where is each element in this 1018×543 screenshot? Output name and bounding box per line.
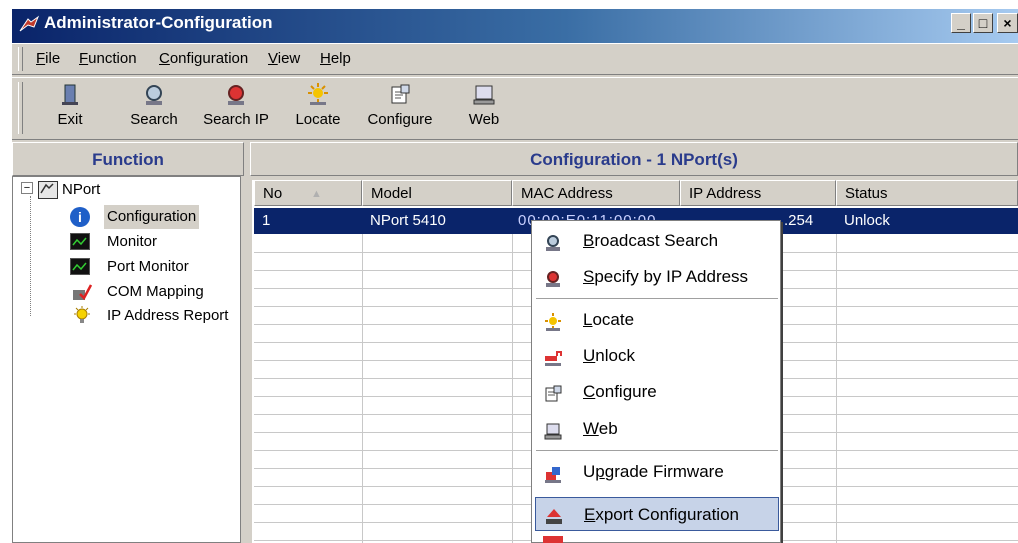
cell-status: Unlock xyxy=(844,212,890,229)
configure-label: Configure xyxy=(367,111,433,128)
tree-item-label: Monitor xyxy=(107,233,158,250)
search-ip-button[interactable]: Search IP xyxy=(196,82,276,134)
ctx-unlock[interactable]: Unlock xyxy=(535,339,779,373)
web-label: Web xyxy=(468,111,500,128)
tree-root-nport[interactable]: NPort xyxy=(62,178,100,202)
export-configuration-icon xyxy=(544,505,564,525)
tree-item-label: Port Monitor xyxy=(107,258,189,275)
upgrade-firmware-icon xyxy=(543,462,563,483)
ctx-configure[interactable]: Configure xyxy=(535,375,779,409)
menu-function[interactable]: Function xyxy=(79,50,137,67)
ctx-separator xyxy=(536,298,778,299)
exit-icon xyxy=(62,84,78,105)
tree-guide-line xyxy=(30,196,32,316)
web-icon xyxy=(473,85,495,105)
cell-no: 1 xyxy=(262,212,271,229)
tree-item-label: IP Address Report xyxy=(107,307,229,324)
ctx-export-configuration[interactable]: Export Configuration xyxy=(535,497,779,531)
locate-label: Locate xyxy=(295,111,341,128)
specify-ip-icon xyxy=(543,267,563,287)
menu-help[interactable]: Help xyxy=(320,50,351,67)
import-configuration-icon xyxy=(543,536,563,543)
search-button[interactable]: Search xyxy=(122,82,186,134)
search-icon xyxy=(146,85,162,105)
cell-ip-address: .254 xyxy=(784,212,814,229)
search-ip-icon xyxy=(228,85,244,105)
com-mapping-icon xyxy=(70,282,93,302)
port-monitor-icon xyxy=(70,258,90,275)
ctx-upgrade-firmware[interactable]: Upgrade Firmware xyxy=(535,455,779,489)
grid-column-line xyxy=(362,234,363,543)
column-header-no[interactable]: No ▲ xyxy=(254,180,362,206)
lightbulb-icon xyxy=(72,306,92,326)
column-header-mac-address[interactable]: MAC Address xyxy=(512,180,680,206)
column-header-model[interactable]: Model xyxy=(362,180,512,206)
configure-button[interactable]: Configure xyxy=(360,82,440,134)
toolbar-grip xyxy=(18,82,23,134)
sort-ascending-icon: ▲ xyxy=(311,188,322,200)
ctx-broadcast-search[interactable]: Broadcast Search xyxy=(535,224,779,258)
grid-column-line xyxy=(512,234,513,543)
minimize-button[interactable]: _ xyxy=(951,13,971,33)
cell-model: NPort 5410 xyxy=(370,212,446,229)
ctx-specify-by-ip-address[interactable]: Specify by IP Address xyxy=(535,260,779,294)
menu-file[interactable]: File xyxy=(36,50,60,67)
exit-button[interactable]: Exit xyxy=(50,82,90,134)
column-header-ip-address[interactable]: IP Address xyxy=(680,180,836,206)
exit-label: Exit xyxy=(57,111,83,128)
menu-view[interactable]: View xyxy=(268,50,300,67)
ctx-separator xyxy=(536,450,778,451)
monitor-icon xyxy=(70,233,90,250)
locate-icon xyxy=(308,83,328,105)
ctx-locate[interactable]: Locate xyxy=(535,303,779,337)
close-button[interactable]: × xyxy=(997,13,1018,33)
grid-column-line xyxy=(836,234,837,543)
web-button[interactable]: Web xyxy=(464,82,504,134)
window-title: Administrator-Configuration xyxy=(44,13,273,32)
maximize-button[interactable]: □ xyxy=(973,13,993,33)
configuration-panel-header: Configuration - 1 NPort(s) xyxy=(250,142,1018,176)
search-ip-label: Search IP xyxy=(203,111,269,128)
tree-item-label: COM Mapping xyxy=(107,283,204,300)
nport-icon xyxy=(38,181,58,199)
app-icon xyxy=(18,15,40,35)
ctx-web[interactable]: Web xyxy=(535,412,779,446)
web-icon xyxy=(543,419,563,440)
function-panel-header: Function xyxy=(12,142,244,176)
broadcast-search-icon xyxy=(543,231,563,251)
configure-icon xyxy=(391,84,410,104)
tree-collapse-toggle[interactable]: − xyxy=(21,182,33,194)
locate-button[interactable]: Locate xyxy=(289,82,347,134)
menu-grip xyxy=(18,47,23,71)
menu-configuration[interactable]: Configuration xyxy=(159,50,248,67)
column-header-status[interactable]: Status xyxy=(836,180,1018,206)
locate-icon xyxy=(543,310,563,331)
search-label: Search xyxy=(130,111,178,128)
unlock-icon xyxy=(543,346,563,366)
info-icon: i xyxy=(70,207,90,227)
tree-item-label: Configuration xyxy=(104,205,200,229)
configure-icon xyxy=(543,382,563,402)
